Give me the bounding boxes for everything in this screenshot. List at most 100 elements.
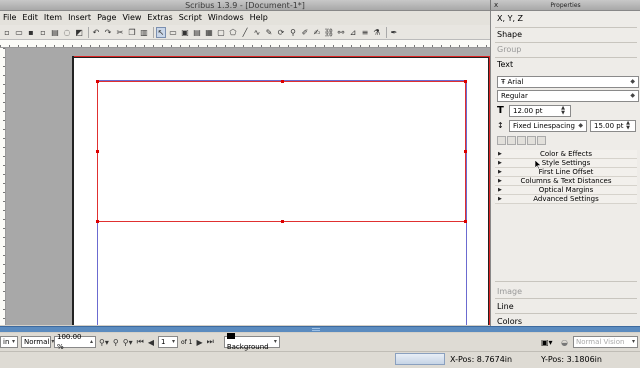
tab-image[interactable]: Image	[497, 287, 522, 296]
link-frames-icon[interactable]: ⛓	[324, 27, 334, 38]
undo-icon[interactable]: ↶	[91, 27, 101, 38]
horizontal-ruler[interactable]	[0, 40, 490, 48]
align-center-icon[interactable]	[507, 136, 516, 145]
redo-icon[interactable]: ↷	[103, 27, 113, 38]
first-page-icon[interactable]: ⏮	[137, 337, 144, 347]
document-canvas[interactable]	[6, 48, 490, 325]
text-frame-icon[interactable]: ▭	[168, 27, 178, 38]
zoom-out-icon[interactable]: ⚲▾	[99, 338, 109, 347]
table-icon[interactable]: ▦	[204, 27, 214, 38]
align-forced-icon[interactable]	[537, 136, 546, 145]
font-family-select[interactable]: Ŧ Arial ◆	[497, 76, 639, 88]
tab-text[interactable]: Text	[497, 60, 513, 69]
zoom-icon[interactable]: ⚲	[288, 27, 298, 38]
copy-icon[interactable]: ❐	[127, 27, 137, 38]
section-color-effects[interactable]: ▶ Color & Effects	[495, 150, 637, 159]
previous-page-icon[interactable]: ◀	[148, 338, 154, 347]
page-select[interactable]: 1 ▾	[157, 336, 178, 348]
copy-properties-icon[interactable]: ≡	[360, 27, 370, 38]
save-icon[interactable]: ▪	[26, 27, 36, 38]
menu-windows[interactable]: Windows	[205, 11, 247, 25]
align-justify-icon[interactable]	[527, 136, 536, 145]
image-mode-select[interactable]: Normal ▾	[21, 336, 54, 348]
menu-script[interactable]: Script	[176, 11, 205, 25]
section-style-settings[interactable]: ▶ Style Settings	[495, 159, 637, 168]
section-columns-text-distances[interactable]: ▶ Columns & Text Distances	[495, 177, 637, 186]
tab-line[interactable]: Line	[497, 302, 514, 311]
page-count: of 1	[180, 338, 193, 346]
polygon-icon[interactable]: ⬠	[228, 27, 238, 38]
preview-mode-icon[interactable]: ▣▾	[541, 338, 553, 347]
menu-view[interactable]: View	[119, 11, 144, 25]
measure-icon[interactable]: ⊿	[348, 27, 358, 38]
frame-handle-tl[interactable]	[96, 80, 99, 83]
pdf-tools-icon[interactable]: ✒	[389, 27, 399, 38]
menu-page[interactable]: Page	[94, 11, 119, 25]
line-icon[interactable]: ╱	[240, 27, 250, 38]
font-size-stepper[interactable]: ▲ ▼	[559, 106, 567, 116]
frame-handle-ml[interactable]	[96, 150, 99, 153]
bezier-icon[interactable]: ∿	[252, 27, 262, 38]
cut-icon[interactable]: ✂	[115, 27, 125, 38]
frame-handle-mr[interactable]	[464, 150, 467, 153]
edit-contents-icon[interactable]: ✐	[300, 27, 310, 38]
panel-splitter[interactable]	[0, 326, 640, 332]
frame-handle-bl[interactable]	[96, 220, 99, 223]
print-icon[interactable]: ▤	[50, 27, 60, 38]
open-icon[interactable]: ▭	[14, 27, 24, 38]
frame-handle-bm[interactable]	[281, 220, 284, 223]
menu-help[interactable]: Help	[247, 11, 271, 25]
line-spacing-field[interactable]: 15.00 pt ▲ ▼	[590, 120, 636, 132]
edit-text-icon[interactable]: ✍	[312, 27, 322, 38]
align-right-icon[interactable]	[517, 136, 526, 145]
menu-item[interactable]: Item	[41, 11, 65, 25]
expand-arrow-icon: ▶	[498, 169, 502, 175]
tab-colors[interactable]: Colors	[497, 317, 522, 326]
line-spacing-stepper[interactable]: ▲ ▼	[624, 121, 632, 131]
window-title: Scribus 1.3.9 - [Document-1*]	[0, 0, 490, 11]
close-document-icon[interactable]: ▫	[38, 27, 48, 38]
zoom-100-icon[interactable]: ⚲	[113, 338, 119, 347]
section-advanced-settings[interactable]: ▶ Advanced Settings	[495, 195, 637, 204]
tab-shape[interactable]: Shape	[497, 30, 522, 39]
menu-edit[interactable]: Edit	[19, 11, 41, 25]
menu-insert[interactable]: Insert	[65, 11, 94, 25]
vision-mode-select[interactable]: Normal Vision ▾	[573, 336, 638, 348]
paste-icon[interactable]: ▥	[139, 27, 149, 38]
text-frame[interactable]	[96, 80, 467, 223]
tab-xyz[interactable]: X, Y, Z	[497, 14, 523, 23]
rotate-icon[interactable]: ⟳	[276, 27, 286, 38]
image-frame-icon[interactable]: ▣	[180, 27, 190, 38]
pdf-export-icon[interactable]: ◩	[74, 27, 84, 38]
frame-handle-br[interactable]	[464, 220, 467, 223]
shape-icon[interactable]: ▢	[216, 27, 226, 38]
last-page-icon[interactable]: ⏭	[207, 337, 214, 347]
font-size-field[interactable]: 12.00 pt ▲ ▼	[509, 105, 571, 117]
new-document-icon[interactable]: ▫	[2, 27, 12, 38]
layer-select[interactable]: Background ▾	[223, 333, 280, 351]
color-view-icon[interactable]: ◒	[561, 338, 568, 347]
freehand-icon[interactable]: ✎	[264, 27, 274, 38]
tab-group[interactable]: Group	[497, 45, 521, 54]
line-spacing-mode-select[interactable]: Fixed Linespacing ◆	[509, 120, 587, 132]
properties-close-icon[interactable]: x	[494, 0, 498, 11]
unit-select[interactable]: in ▾	[0, 336, 18, 348]
next-page-icon[interactable]: ▶	[196, 338, 202, 347]
render-frame-icon[interactable]: ▤	[192, 27, 202, 38]
zoom-in-icon[interactable]: ⚲▾	[123, 338, 133, 347]
menu-file[interactable]: File	[0, 11, 19, 25]
frame-handle-tr[interactable]	[464, 80, 467, 83]
font-style-select[interactable]: Regular ◆	[497, 90, 639, 102]
eyedropper-icon[interactable]: ⚗	[372, 27, 382, 38]
section-first-line-offset[interactable]: ▶ First Line Offset	[495, 168, 637, 177]
preflight-icon[interactable]: ◌	[62, 27, 72, 38]
zoom-field[interactable]: 100.00 % ▴	[54, 333, 96, 351]
x-position-readout: X-Pos: 8.7674in	[450, 355, 513, 364]
document-page[interactable]	[72, 56, 490, 325]
select-tool-icon[interactable]: ↖	[156, 26, 166, 38]
frame-handle-tm[interactable]	[281, 80, 284, 83]
unlink-frames-icon[interactable]: ⚯	[336, 27, 346, 38]
align-left-icon[interactable]	[497, 136, 506, 145]
section-optical-margins[interactable]: ▶ Optical Margins	[495, 186, 637, 195]
menu-extras[interactable]: Extras	[144, 11, 175, 25]
